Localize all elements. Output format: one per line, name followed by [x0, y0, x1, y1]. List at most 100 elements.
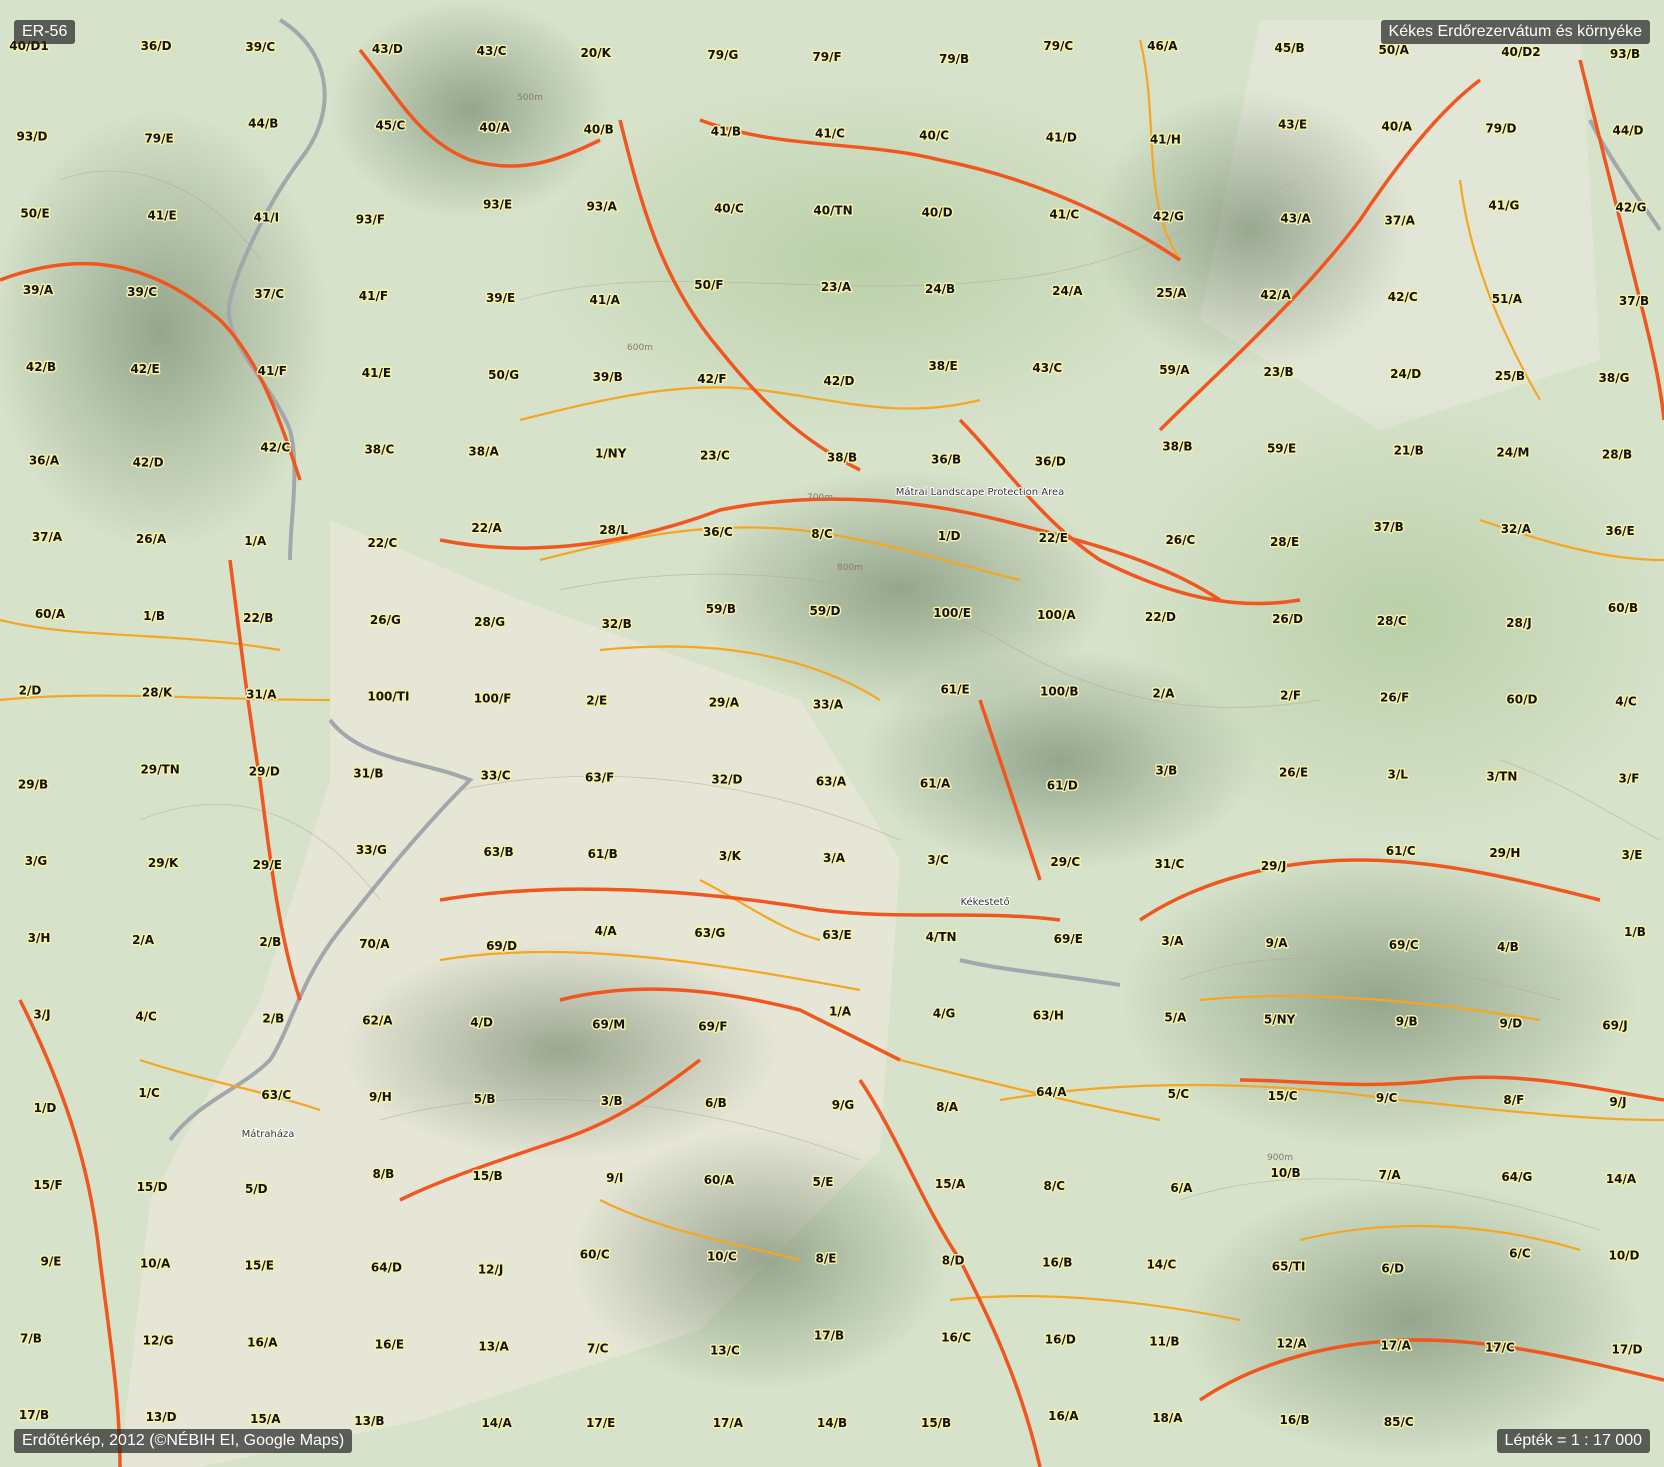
parcel-label: 31/A	[246, 688, 277, 702]
parcel-label: 2/B	[259, 935, 281, 949]
parcel-label: 16/A	[1048, 1409, 1079, 1423]
parcel-label: 41/E	[147, 208, 176, 222]
map-id-badge: ER-56	[14, 20, 76, 44]
parcel-label: 39/A	[23, 283, 54, 297]
parcel-label: 13/A	[478, 1339, 509, 1353]
parcel-label: 16/D	[1045, 1332, 1076, 1346]
parcel-label: 3/A	[823, 851, 846, 865]
parcel-label: 9/B	[1396, 1015, 1418, 1029]
parcel-label: 59/B	[706, 602, 736, 616]
parcel-label: 42/C	[260, 441, 290, 455]
parcel-label: 36/C	[703, 525, 733, 539]
parcel-label: 61/B	[588, 847, 618, 861]
parcel-label: 4/A	[595, 924, 618, 938]
contour-label: 700m	[807, 493, 833, 503]
parcel-label: 4/B	[1497, 940, 1519, 954]
parcel-label: 36/D	[1035, 455, 1066, 469]
parcel-label: 26/F	[1380, 691, 1409, 705]
parcel-label: 63/H	[1033, 1009, 1064, 1023]
parcel-label: 3/F	[1619, 771, 1640, 785]
parcel-label: 85/C	[1384, 1415, 1414, 1429]
parcel-label: 41/F	[359, 289, 388, 303]
parcel-label: 43/E	[1278, 118, 1307, 132]
parcel-label: 8/E	[816, 1252, 837, 1266]
parcel-label: 1/B	[143, 609, 165, 623]
parcel-label: 6/C	[1509, 1247, 1531, 1261]
parcel-label: 28/K	[142, 686, 173, 700]
parcel-label: 13/D	[146, 1410, 177, 1424]
map-canvas[interactable]: Mátrai Landscape Protection Area Kékestet…	[0, 0, 1664, 1467]
parcel-label: 41/A	[590, 293, 621, 307]
parcel-label: 79/G	[707, 48, 738, 62]
parcel-label: 42/G	[1153, 209, 1184, 223]
parcel-label: 12/J	[478, 1263, 504, 1277]
parcel-label: 29/D	[249, 764, 280, 778]
parcel-label: 41/C	[1049, 207, 1079, 221]
parcel-label: 40/D	[922, 205, 953, 219]
parcel-label: 8/A	[936, 1100, 959, 1114]
forest-map[interactable]: Mátrai Landscape Protection Area Kékestet…	[0, 0, 1664, 1467]
parcel-label: 79/C	[1043, 39, 1073, 53]
parcel-label: 100/A	[1037, 608, 1076, 622]
parcel-label: 28/L	[599, 523, 628, 537]
parcel-label: 41/I	[254, 210, 280, 224]
parcel-label: 28/B	[1602, 448, 1632, 462]
parcel-label: 22/A	[471, 521, 502, 535]
parcel-label: 17/A	[1381, 1338, 1412, 1352]
parcel-label: 32/A	[1501, 522, 1532, 536]
parcel-label: 3/TN	[1486, 769, 1517, 783]
parcel-label: 42/D	[823, 374, 854, 388]
parcel-label: 42/B	[26, 360, 56, 374]
parcel-label: 33/C	[481, 768, 511, 782]
parcel-label: 20/K	[581, 46, 612, 60]
parcel-label: 9/E	[41, 1255, 62, 1269]
parcel-label: 37/B	[1619, 294, 1649, 308]
parcel-label: 79/F	[812, 50, 841, 64]
parcel-label: 15/A	[250, 1412, 281, 1426]
parcel-label: 26/C	[1165, 533, 1195, 547]
place-label: Kékestető	[960, 896, 1009, 908]
parcel-label: 5/A	[1164, 1011, 1187, 1025]
parcel-label: 29/J	[1261, 859, 1287, 873]
parcel-label: 17/C	[1485, 1340, 1515, 1354]
parcel-label: 41/D	[1046, 131, 1077, 145]
parcel-label: 15/F	[33, 1178, 62, 1192]
parcel-label: 79/E	[144, 132, 173, 146]
parcel-label: 38/E	[928, 359, 957, 373]
parcel-label: 79/D	[1485, 122, 1516, 136]
parcel-label: 2/F	[1280, 689, 1301, 703]
parcel-label: 41/E	[362, 366, 391, 380]
contour-label: 600m	[627, 343, 653, 353]
parcel-label: 60/D	[1506, 693, 1537, 707]
parcel-label: 9/H	[369, 1090, 392, 1104]
parcel-label: 61/E	[940, 683, 969, 697]
parcel-label: 5/D	[245, 1182, 268, 1196]
parcel-label: 69/F	[698, 1020, 727, 1034]
parcel-label: 15/C	[1268, 1089, 1298, 1103]
ridge-shade	[860, 650, 1260, 870]
parcel-label: 6/D	[1381, 1262, 1404, 1276]
parcel-label: 61/A	[920, 776, 951, 790]
parcel-label: 24/M	[1496, 446, 1529, 460]
parcel-label: 69/C	[1389, 938, 1419, 952]
parcel-label: 3/E	[1622, 848, 1643, 862]
parcel-label: 16/C	[941, 1330, 971, 1344]
parcel-label: 3/H	[28, 931, 51, 945]
ridge-shade	[570, 1130, 950, 1390]
parcel-label: 18/A	[1152, 1411, 1183, 1425]
parcel-label: 100/E	[933, 606, 971, 620]
parcel-label: 41/B	[711, 125, 741, 139]
parcel-label: 43/C	[477, 44, 507, 58]
parcel-label: 39/B	[593, 370, 623, 384]
parcel-label: 60/A	[35, 607, 66, 621]
parcel-label: 38/G	[1599, 371, 1630, 385]
parcel-label: 37/A	[32, 530, 63, 544]
parcel-label: 10/A	[140, 1257, 171, 1271]
parcel-label: 59/A	[1159, 363, 1190, 377]
parcel-label: 43/A	[1280, 211, 1311, 225]
parcel-label: 24/A	[1052, 284, 1083, 298]
parcel-label: 29/K	[148, 856, 179, 870]
parcel-label: 93/B	[1610, 47, 1640, 61]
parcel-label: 9/I	[606, 1171, 623, 1185]
parcel-label: 16/A	[247, 1335, 278, 1349]
